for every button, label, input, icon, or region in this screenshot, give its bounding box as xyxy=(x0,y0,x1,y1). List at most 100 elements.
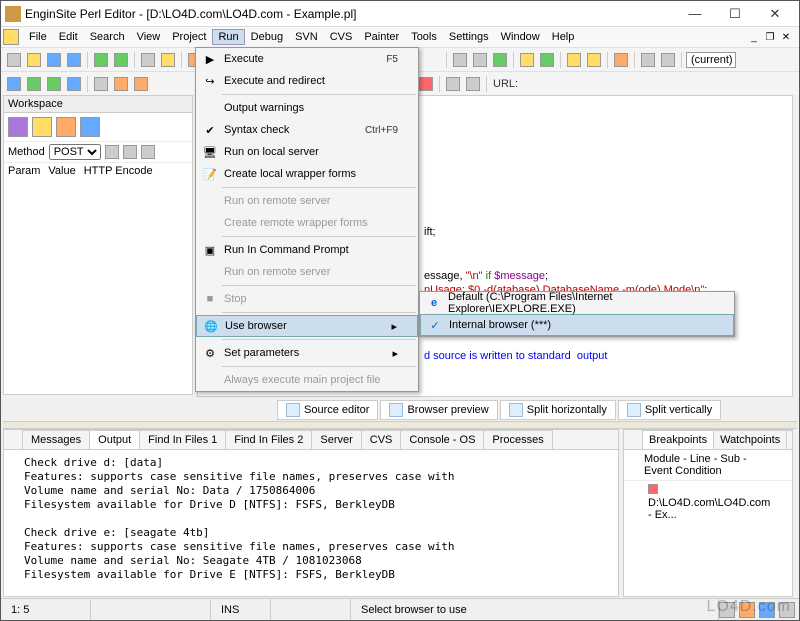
ws-btn-open-icon[interactable] xyxy=(32,117,52,137)
debugger-columns[interactable]: Module - Line - Sub - Event Condition xyxy=(624,450,792,481)
menu-view[interactable]: View xyxy=(131,29,167,45)
tb2-e-icon[interactable] xyxy=(92,75,110,93)
app-icon xyxy=(5,6,21,22)
menu-item-syntax-check[interactable]: ✔Syntax checkCtrl+F9 xyxy=(196,119,418,141)
menu-painter[interactable]: Painter xyxy=(358,29,405,45)
col-encode[interactable]: HTTP Encode xyxy=(84,165,153,177)
status-icons xyxy=(719,602,799,618)
ws-act3-icon[interactable] xyxy=(141,145,155,159)
tb2-info-icon[interactable] xyxy=(464,75,482,93)
tb-new-icon[interactable] xyxy=(5,51,23,69)
mdi-minimize-icon[interactable]: _ xyxy=(747,32,761,43)
maximize-button[interactable]: ☐ xyxy=(715,2,755,26)
menu-edit[interactable]: Edit xyxy=(53,29,84,45)
tb-win-icon[interactable] xyxy=(639,51,657,69)
code-line: ift; xyxy=(424,226,436,238)
method-select[interactable]: POST xyxy=(49,144,101,160)
tab-split-vertical[interactable]: Split vertically xyxy=(618,400,721,420)
tb2-del-icon[interactable] xyxy=(417,75,435,93)
tab-messages[interactable]: Messages xyxy=(22,430,90,449)
tb-globe-icon[interactable] xyxy=(92,51,110,69)
tab-browser-preview[interactable]: Browser preview xyxy=(380,400,497,420)
tb-misc3-icon[interactable] xyxy=(491,51,509,69)
menu-settings[interactable]: Settings xyxy=(443,29,495,45)
tab-server[interactable]: Server xyxy=(311,430,361,449)
horizontal-splitter[interactable] xyxy=(3,421,797,429)
menu-item-execute-redirect[interactable]: ↪Execute and redirect xyxy=(196,70,418,92)
run-menu-dropdown: ▶ExecuteF5 ↪Execute and redirect Output … xyxy=(195,47,419,392)
menu-svn[interactable]: SVN xyxy=(289,29,324,45)
menu-item-execute[interactable]: ▶ExecuteF5 xyxy=(196,48,418,70)
tab-processes[interactable]: Processes xyxy=(483,430,552,449)
tb-misc2-icon[interactable] xyxy=(471,51,489,69)
menu-cvs[interactable]: CVS xyxy=(324,29,359,45)
tb-saveall-icon[interactable] xyxy=(65,51,83,69)
ws-act1-icon[interactable] xyxy=(105,145,119,159)
menu-item-run-local[interactable]: 🖥Run on local server xyxy=(196,141,418,163)
tab-breakpoints[interactable]: Breakpoints xyxy=(642,430,714,449)
tab-find2[interactable]: Find In Files 2 xyxy=(225,430,312,449)
ws-btn-ab-icon[interactable] xyxy=(8,117,28,137)
tb2-g-icon[interactable] xyxy=(132,75,150,93)
minimize-button[interactable]: — xyxy=(675,2,715,26)
tb-print-icon[interactable] xyxy=(139,51,157,69)
tb2-c-icon[interactable] xyxy=(45,75,63,93)
menu-help[interactable]: Help xyxy=(546,29,581,45)
tab-actions[interactable]: Actions xyxy=(786,430,792,449)
tb-find-icon[interactable] xyxy=(159,51,177,69)
tab-find1[interactable]: Find In Files 1 xyxy=(139,430,226,449)
menu-project[interactable]: Project xyxy=(166,29,212,45)
tb-zoom-icon[interactable] xyxy=(565,51,583,69)
tb-zoom2-icon[interactable] xyxy=(585,51,603,69)
menu-debug[interactable]: Debug xyxy=(245,29,289,45)
tab-watchpoints[interactable]: Watchpoints xyxy=(713,430,787,449)
mdi-restore-icon[interactable]: ❐ xyxy=(763,32,777,43)
tab-console[interactable]: Console - OS xyxy=(400,430,484,449)
tb-win2-icon[interactable] xyxy=(659,51,677,69)
tab-split-horizontal[interactable]: Split horizontally xyxy=(500,400,616,420)
tab-cvs[interactable]: CVS xyxy=(361,430,402,449)
tb-refresh-icon[interactable] xyxy=(112,51,130,69)
debugger-tabs: Breakpoints Watchpoints Actions Events E… xyxy=(624,430,792,450)
col-value[interactable]: Value xyxy=(48,165,75,177)
col-param[interactable]: Param xyxy=(8,165,40,177)
mdi-close-icon[interactable]: ✕ xyxy=(779,32,793,43)
tb-globe2-icon[interactable] xyxy=(538,51,556,69)
tb2-d-icon[interactable] xyxy=(65,75,83,93)
menu-search[interactable]: Search xyxy=(84,29,131,45)
output-text[interactable]: Check drive d: [data] Features: supports… xyxy=(4,450,618,588)
menu-item-run-cmd[interactable]: ▣Run In Command Prompt xyxy=(196,239,418,261)
tab-output[interactable]: Output xyxy=(89,430,140,449)
ws-btn-paste-icon[interactable] xyxy=(56,117,76,137)
menu-window[interactable]: Window xyxy=(495,29,546,45)
menu-file[interactable]: File xyxy=(23,29,53,45)
tb-save-icon[interactable] xyxy=(45,51,63,69)
tb2-user-icon[interactable] xyxy=(444,75,462,93)
tb-misc1-icon[interactable] xyxy=(451,51,469,69)
menu-tools[interactable]: Tools xyxy=(405,29,443,45)
submenu-item-internal-browser[interactable]: ✓Internal browser (***) xyxy=(420,314,734,336)
submenu-item-default-browser[interactable]: eDefault (C:\Program Files\Internet Expl… xyxy=(420,292,734,314)
menu-item-create-local-wrapper[interactable]: 📝Create local wrapper forms xyxy=(196,163,418,185)
menu-item-create-remote-wrapper: Create remote wrapper forms xyxy=(196,212,418,234)
tab-source-editor[interactable]: Source editor xyxy=(277,400,378,420)
ws-btn-help-icon[interactable] xyxy=(80,117,100,137)
close-button[interactable]: ✕ xyxy=(755,2,795,26)
ws-act2-icon[interactable] xyxy=(123,145,137,159)
current-combo[interactable]: (current) xyxy=(686,52,736,68)
status-icon-1[interactable] xyxy=(719,602,735,618)
menu-item-set-parameters[interactable]: ⚙Set parameters▸ xyxy=(196,342,418,364)
menu-run[interactable]: Run xyxy=(212,29,244,45)
tb2-a-icon[interactable] xyxy=(5,75,23,93)
tb-open-icon[interactable] xyxy=(25,51,43,69)
status-icon-2[interactable] xyxy=(739,602,755,618)
tb-bolt-icon[interactable] xyxy=(612,51,630,69)
tb2-f-icon[interactable] xyxy=(112,75,130,93)
menu-item-output-warnings[interactable]: Output warnings xyxy=(196,97,418,119)
status-icon-4[interactable] xyxy=(779,602,795,618)
breakpoint-row[interactable]: D:\LO4D.com\LO4D.com - Ex... xyxy=(624,481,792,524)
status-icon-3[interactable] xyxy=(759,602,775,618)
menu-item-use-browser[interactable]: 🌐Use browser▸ xyxy=(196,315,418,337)
tb2-b-icon[interactable] xyxy=(25,75,43,93)
tb-search-icon[interactable] xyxy=(518,51,536,69)
